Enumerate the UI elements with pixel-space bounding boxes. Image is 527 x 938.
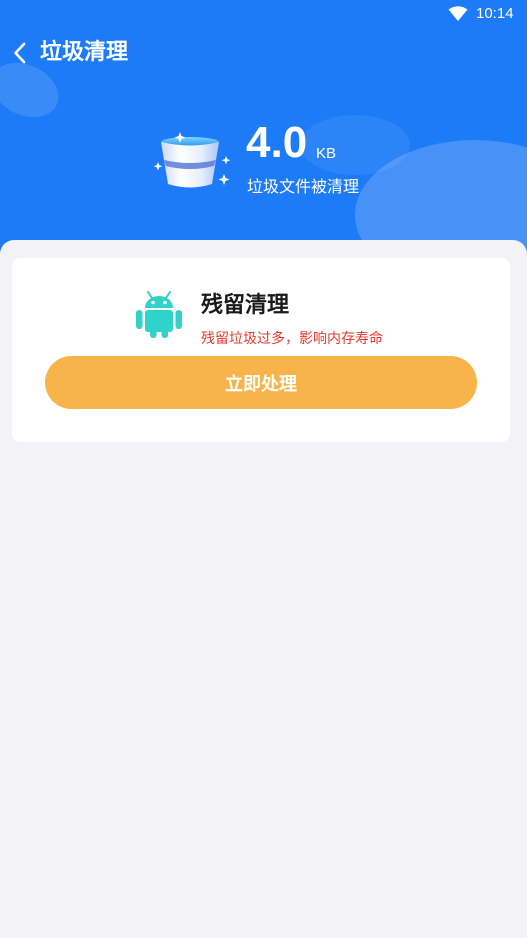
- card-warning-text: 残留垃圾过多，影响内存寿命: [201, 331, 383, 347]
- back-button[interactable]: [6, 38, 34, 68]
- card-title: 残留清理: [201, 293, 290, 318]
- wifi-icon: [448, 6, 468, 21]
- cleaned-size-value: 4.0: [246, 118, 308, 167]
- page-title: 垃圾清理: [40, 40, 129, 65]
- chevron-left-icon: [14, 42, 26, 64]
- residual-cleanup-card: [12, 258, 510, 442]
- cleaned-caption: 垃圾文件被清理: [247, 177, 360, 196]
- trash-bucket-icon: [153, 132, 231, 188]
- cleaned-size-unit: KB: [316, 145, 337, 162]
- status-bar: 10:14: [0, 0, 527, 28]
- process-now-button[interactable]: 立即处理: [45, 356, 477, 409]
- android-icon: [136, 291, 182, 338]
- status-time: 10:14: [476, 5, 514, 22]
